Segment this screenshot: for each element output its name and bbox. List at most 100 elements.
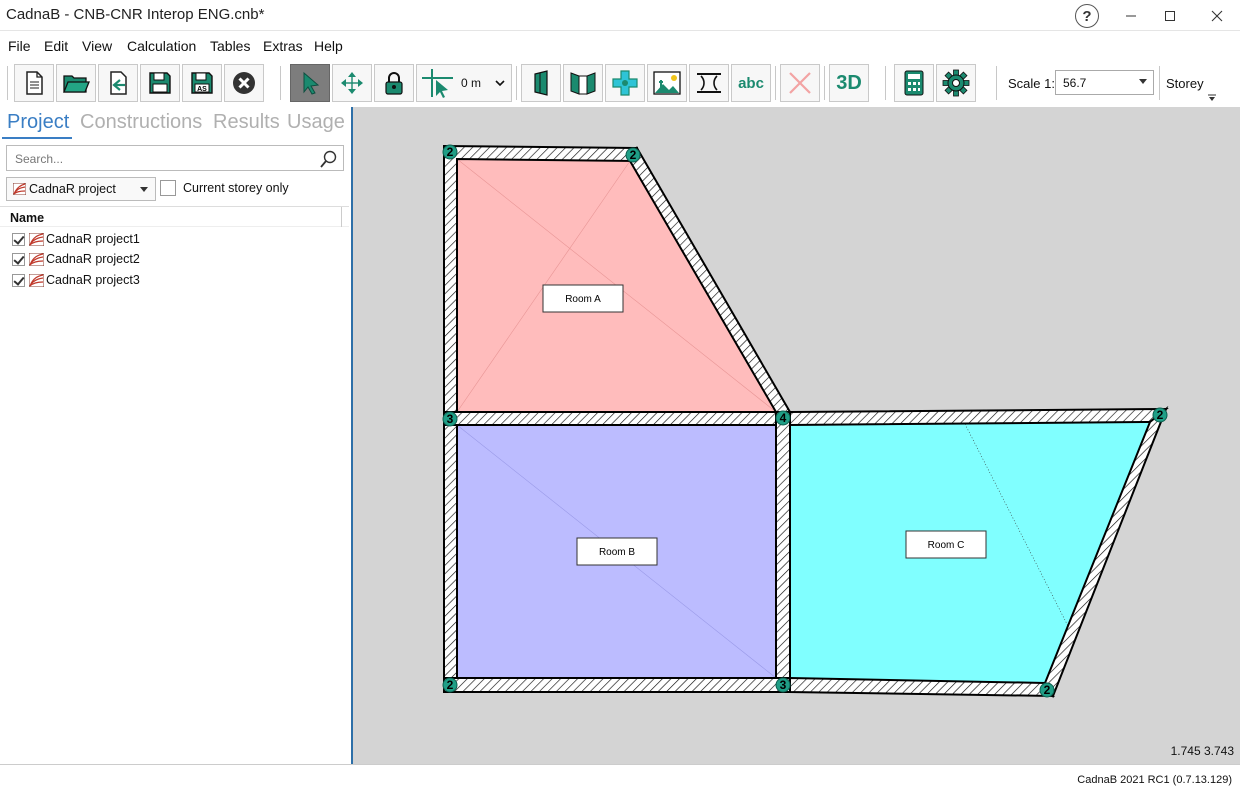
drawing-canvas[interactable]: 2 2 3 4 2 2 3 2 Room A Room B Room C 1.7… — [353, 107, 1240, 764]
search-input[interactable]: Search... — [6, 145, 344, 171]
import-button[interactable] — [98, 64, 138, 102]
folder-open-icon — [63, 75, 90, 93]
floor-plan[interactable]: 2 2 3 4 2 2 3 2 Room A Room B Room C — [353, 107, 1240, 764]
lock-button[interactable] — [374, 64, 414, 102]
section-icon — [697, 73, 721, 93]
room-walls-icon — [570, 72, 596, 95]
item-checkbox[interactable] — [12, 252, 25, 266]
source-tool-button[interactable] — [605, 64, 645, 102]
room-c-label: Room C — [928, 540, 965, 551]
node-label: 3 — [447, 412, 454, 426]
list-item[interactable]: CadnaR project3 — [12, 270, 140, 290]
name-column-header[interactable]: Name — [10, 211, 44, 225]
node-marker: 3 — [442, 411, 458, 427]
toolbar: AS 0 m abc 3D Scale 1: 56.7 Storey — [0, 58, 1240, 106]
menu-extras[interactable]: Extras — [263, 38, 303, 54]
column-divider[interactable] — [341, 207, 342, 227]
chevron-down-icon — [495, 80, 505, 87]
search-placeholder: Search... — [15, 152, 64, 166]
list-item[interactable]: CadnaR project1 — [12, 229, 140, 249]
menu-view[interactable]: View — [82, 38, 112, 54]
new-file-button[interactable] — [14, 64, 54, 102]
tab-results[interactable]: Results — [213, 111, 280, 134]
grid-snap-combo[interactable]: 0 m — [416, 64, 512, 102]
grid-snap-icon — [422, 69, 453, 98]
current-storey-toggle[interactable]: Current storey only — [160, 180, 289, 196]
current-storey-checkbox[interactable] — [160, 180, 176, 196]
tab-usage[interactable]: Usage — [287, 111, 345, 134]
close-circle-icon — [233, 72, 255, 94]
room-c-label-box[interactable]: Room C — [905, 530, 987, 559]
delete-cross-icon — [789, 72, 811, 94]
node-marker: 3 — [775, 677, 791, 693]
section-tool-button[interactable] — [689, 64, 729, 102]
calculator-icon — [904, 70, 924, 96]
menu-calculation[interactable]: Calculation — [127, 38, 196, 54]
item-label: CadnaR project1 — [46, 232, 140, 246]
room-b-label-box[interactable]: Room B — [576, 537, 658, 566]
wall — [443, 424, 458, 693]
room-a-label-box[interactable]: Room A — [542, 284, 624, 313]
minimize-icon — [1126, 15, 1136, 16]
new-file-icon — [26, 71, 43, 95]
calculator-button[interactable] — [894, 64, 934, 102]
view-3d-button[interactable]: 3D — [829, 64, 869, 102]
select-tool-button[interactable] — [290, 64, 330, 102]
tab-project[interactable]: Project — [7, 111, 69, 134]
scale-combo[interactable]: 56.7 — [1055, 70, 1154, 95]
wall-tool-button[interactable] — [521, 64, 561, 102]
item-label: CadnaR project2 — [46, 252, 140, 266]
grid-value: 0 m — [461, 76, 482, 90]
delete-button[interactable] — [780, 64, 820, 102]
wall — [443, 677, 791, 693]
tab-constructions[interactable]: Constructions — [80, 111, 202, 134]
image-tool-button[interactable] — [647, 64, 687, 102]
wall — [789, 407, 1169, 427]
menu-file[interactable]: File — [8, 38, 31, 54]
item-label: CadnaR project3 — [46, 273, 140, 287]
node-label: 2 — [447, 145, 454, 159]
node-label: 3 — [780, 678, 787, 692]
help-button[interactable]: ? — [1075, 4, 1099, 28]
room-b-label: Room B — [599, 547, 635, 558]
list-header: Name — [0, 206, 349, 227]
overflow-icon — [1208, 94, 1216, 101]
node-marker: 4 — [775, 410, 791, 426]
active-tab-indicator — [2, 137, 72, 139]
save-icon — [149, 72, 171, 94]
menu-edit[interactable]: Edit — [44, 38, 68, 54]
node-label: 4 — [780, 411, 787, 425]
settings-button[interactable] — [936, 64, 976, 102]
abc-label: abc — [738, 74, 764, 92]
storey-label[interactable]: Storey — [1166, 76, 1204, 91]
cadnar-project-icon — [29, 232, 44, 246]
wall — [775, 411, 791, 693]
text-tool-button[interactable]: abc — [731, 64, 771, 102]
save-as-button[interactable]: AS — [182, 64, 222, 102]
svg-text:AS: AS — [197, 86, 207, 93]
import-icon — [110, 71, 127, 95]
wall-icon — [534, 70, 548, 96]
medical-cross-icon — [612, 70, 638, 96]
close-button[interactable] — [1194, 0, 1240, 31]
save-button[interactable] — [140, 64, 180, 102]
current-storey-label: Current storey only — [183, 181, 289, 195]
maximize-icon — [1165, 10, 1175, 21]
item-checkbox[interactable] — [12, 273, 25, 287]
pointer-icon — [303, 71, 320, 95]
menu-help[interactable]: Help — [314, 38, 343, 54]
open-file-button[interactable] — [56, 64, 96, 102]
maximize-button[interactable] — [1147, 0, 1193, 31]
save-as-icon: AS — [191, 72, 213, 94]
menu-tables[interactable]: Tables — [210, 38, 250, 54]
list-item[interactable]: CadnaR project2 — [12, 249, 140, 269]
cadnar-project-icon — [29, 273, 44, 287]
project-filter-combo[interactable]: CadnaR project — [6, 177, 156, 201]
move-icon — [341, 72, 363, 94]
node-label: 2 — [447, 678, 454, 692]
room-walls-button[interactable] — [563, 64, 603, 102]
move-tool-button[interactable] — [332, 64, 372, 102]
close-project-button[interactable] — [224, 64, 264, 102]
item-checkbox[interactable] — [12, 232, 25, 246]
close-icon — [1211, 10, 1223, 21]
